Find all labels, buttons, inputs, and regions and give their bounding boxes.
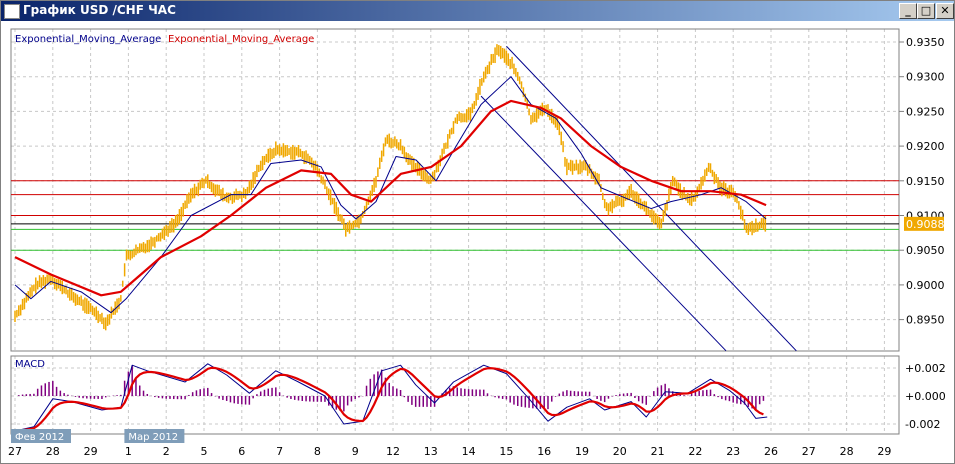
y-tick-label: 0.9200: [906, 140, 945, 153]
x-tick-label: 2: [163, 445, 170, 458]
month-label: Фев 2012: [15, 432, 64, 443]
close-button[interactable]: ✕: [936, 3, 954, 19]
x-tick-label: 12: [386, 445, 400, 458]
macd-tick-label: -0.002: [905, 418, 940, 431]
x-tick-label: 5: [201, 445, 208, 458]
minimize-button[interactable]: _: [899, 3, 917, 19]
x-tick-label: 29: [84, 445, 98, 458]
main-plot-frame: [10, 28, 900, 352]
y-tick-label: 0.9150: [906, 175, 945, 188]
legend-ema-slow: Exponential_Moving_Average: [168, 34, 314, 45]
x-tick-label: 7: [276, 445, 283, 458]
x-tick-label: 15: [499, 445, 513, 458]
price-chart[interactable]: Exponential_Moving_Average Exponential_M…: [1, 21, 954, 463]
macd-signal-line: [14, 366, 764, 433]
title-bar[interactable]: График USD /CHF ЧАС _ □ ✕: [1, 1, 954, 21]
macd-tick-label: +0.000: [905, 390, 946, 403]
x-tick-label: 8: [314, 445, 321, 458]
chart-icon: [4, 4, 20, 19]
y-tick-label: 0.8950: [906, 314, 945, 327]
ema-slow-line: [14, 99, 767, 297]
window-title: График USD /CHF ЧАС: [23, 3, 176, 17]
x-tick-label: 14: [462, 445, 476, 458]
x-tick-label: 6: [238, 445, 245, 458]
month-label: Мар 2012: [128, 432, 178, 443]
y-tick-label: 0.9300: [906, 71, 945, 84]
legend-ema-fast: Exponential_Moving_Average: [15, 34, 161, 45]
x-tick-label: 22: [688, 445, 702, 458]
maximize-button[interactable]: □: [917, 3, 935, 19]
y-tick-label: 0.9000: [906, 279, 945, 292]
y-tick-label: 0.9050: [906, 244, 945, 257]
x-tick-label: 1: [125, 445, 132, 458]
chart-window: График USD /CHF ЧАС _ □ ✕ Exponential_Mo…: [0, 0, 955, 464]
x-tick-label: 13: [424, 445, 438, 458]
current-price-label: 0.9088: [906, 218, 945, 231]
x-tick-label: 29: [877, 445, 891, 458]
y-tick-label: 0.9350: [906, 36, 945, 49]
x-tick-label: 23: [726, 445, 740, 458]
y-tick-label: 0.9250: [906, 105, 945, 118]
x-tick-label: 26: [764, 445, 778, 458]
macd-tick-label: +0.002: [905, 362, 946, 375]
x-tick-label: 20: [613, 445, 627, 458]
x-tick-label: 19: [575, 445, 589, 458]
x-tick-label: 28: [46, 445, 60, 458]
macd-label: MACD: [15, 359, 45, 370]
x-tick-label: 9: [352, 445, 359, 458]
x-tick-label: 21: [651, 445, 665, 458]
x-tick-label: 27: [802, 445, 816, 458]
x-tick-label: 16: [537, 445, 551, 458]
x-tick-label: 27: [8, 445, 22, 458]
x-tick-label: 28: [840, 445, 854, 458]
